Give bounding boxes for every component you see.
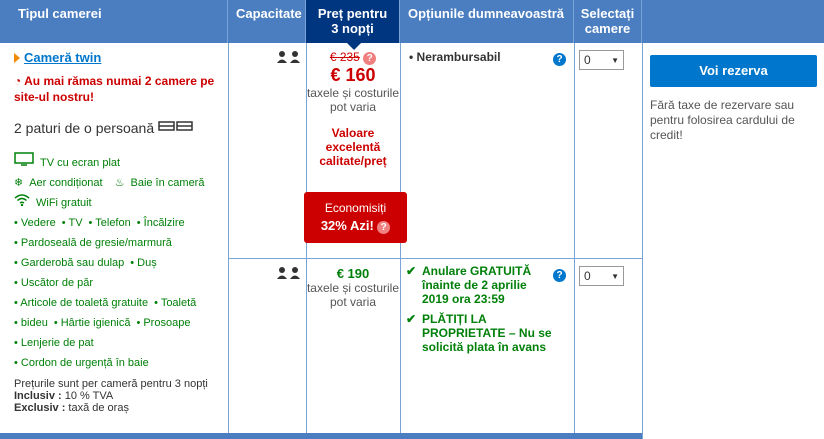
header-select-rooms: Selectați camere	[574, 0, 642, 43]
two-persons-icon	[276, 266, 304, 280]
header-capacity: Capacitate	[228, 0, 306, 43]
tv-icon	[14, 152, 34, 173]
old-price: € 235	[329, 50, 360, 64]
check-icon: ✔	[406, 264, 417, 278]
bath-icon: ♨	[114, 177, 125, 189]
help-icon[interactable]: ?	[553, 53, 566, 66]
column-divider	[574, 43, 575, 439]
bed-info: 2 paturi de o persoană	[14, 119, 224, 136]
facility-list: • Vedere • TV • Telefon • Încălzire • Pardo…	[14, 217, 197, 369]
triangle-icon	[14, 52, 20, 63]
offer2-options: ✔ Anulare GRATUITĂ înainte de 2 aprilie 2…	[406, 264, 552, 354]
check-icon: ✔	[406, 312, 417, 326]
two-persons-icon	[276, 50, 304, 64]
header-reserve-column	[642, 0, 824, 43]
savings-badge: Economisiți 32% Azi! ?	[304, 192, 407, 243]
scarcity-warning: ◔ Au mai rămas numai 2 camere pe site-ul…	[14, 74, 215, 104]
chevron-down-icon: ▼	[611, 271, 619, 281]
offer1-price-cell: € 235 ? € 160 taxele și costurile pot va…	[306, 50, 400, 168]
help-icon[interactable]: ?	[363, 52, 377, 65]
main-facilities: TV cu ecran plat ❄ Aer condiționat ♨ Bai…	[14, 152, 224, 213]
no-fee-note: Fără taxe de rezervare sau pentru folosi…	[650, 98, 795, 142]
snowflake-icon: ❄	[14, 177, 24, 189]
room-quantity-select[interactable]: 0 ▼	[579, 266, 624, 286]
tax-note: taxele și costurile pot varia	[306, 86, 400, 114]
column-divider	[642, 43, 643, 439]
offer1-option: • Nerambursabil	[409, 50, 501, 64]
offer2-price-cell: € 190 taxele și costurile pot varia	[306, 266, 400, 309]
room-title-link[interactable]: Cameră twin	[24, 50, 101, 65]
bed-icon	[158, 119, 194, 136]
help-icon[interactable]: ?	[377, 221, 391, 234]
room-quantity-select[interactable]: 0 ▼	[579, 50, 624, 70]
room-info: Cameră twin ◔ Au mai rămas numai 2 camer…	[14, 50, 224, 373]
header-price: Preț pentru 3 nopți	[306, 0, 400, 50]
value-label: Valoare excelentă calitate/preț	[319, 126, 387, 168]
header-room-type: Tipul camerei	[0, 0, 228, 43]
wifi-icon	[14, 193, 30, 213]
current-price: € 190	[336, 266, 370, 281]
clock-icon: ◔	[14, 74, 25, 88]
table-bottom-border	[0, 433, 642, 439]
tax-note: taxele și costurile pot varia	[306, 281, 400, 309]
row-divider	[228, 258, 642, 259]
price-footnote: Prețurile sunt per cameră pentru 3 nopți…	[14, 378, 208, 414]
current-price: € 160	[330, 65, 376, 85]
help-icon[interactable]: ?	[553, 269, 566, 282]
header-options: Opțiunile dumneavoastră	[400, 0, 574, 43]
column-divider	[228, 43, 229, 439]
chevron-down-icon: ▼	[611, 55, 619, 65]
reserve-button[interactable]: Voi rezerva	[650, 55, 817, 87]
